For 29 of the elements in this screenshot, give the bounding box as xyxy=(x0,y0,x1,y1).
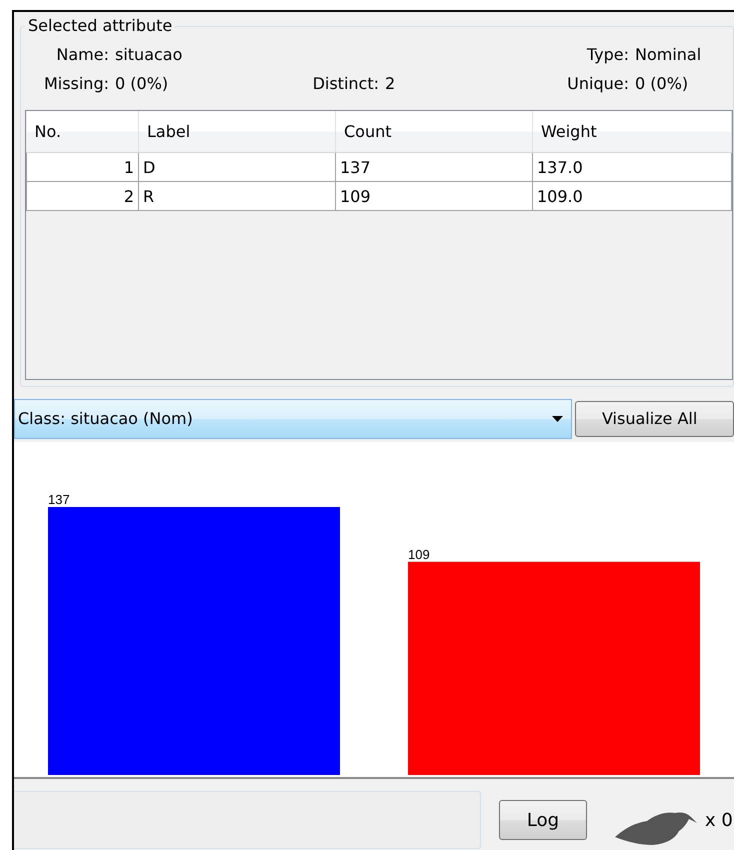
field-label: Unique: xyxy=(566,74,630,95)
table-cell: 109 xyxy=(336,182,532,210)
field-label: Type: xyxy=(586,45,630,66)
field-label: Distinct: xyxy=(312,74,380,95)
column-header[interactable]: Label xyxy=(138,111,336,152)
class-dropdown[interactable]: Class: situacao (Nom) xyxy=(14,398,572,439)
log-button[interactable]: Log xyxy=(499,800,587,840)
table-cell: R xyxy=(138,182,336,210)
column-header[interactable]: No. xyxy=(26,111,138,152)
table-cell: 109.0 xyxy=(532,182,732,210)
field-label: Missing: xyxy=(42,74,110,95)
dropdown-arrow-icon xyxy=(552,416,563,422)
task-count: x 0 xyxy=(705,810,733,831)
visualize-all-button[interactable]: Visualize All xyxy=(574,400,734,437)
field-value: Nominal xyxy=(635,45,702,66)
table-cell: D xyxy=(138,152,336,182)
table-cell: 137.0 xyxy=(532,152,732,182)
bar-value-label: 109 xyxy=(408,546,430,562)
field-value: 2 xyxy=(385,74,396,95)
bar-value-label: 137 xyxy=(48,492,70,507)
column-header[interactable]: Count xyxy=(336,111,532,152)
field-value: situacao xyxy=(115,45,184,66)
field-value: 0 (0%) xyxy=(115,74,170,95)
table-cell: 1 xyxy=(26,152,138,182)
table-cell: 137 xyxy=(336,152,532,182)
field-value: 0 (0%) xyxy=(635,74,690,95)
table-cell: 2 xyxy=(26,182,138,210)
field-label: Name: xyxy=(55,45,110,66)
column-header[interactable]: Weight xyxy=(532,111,732,152)
